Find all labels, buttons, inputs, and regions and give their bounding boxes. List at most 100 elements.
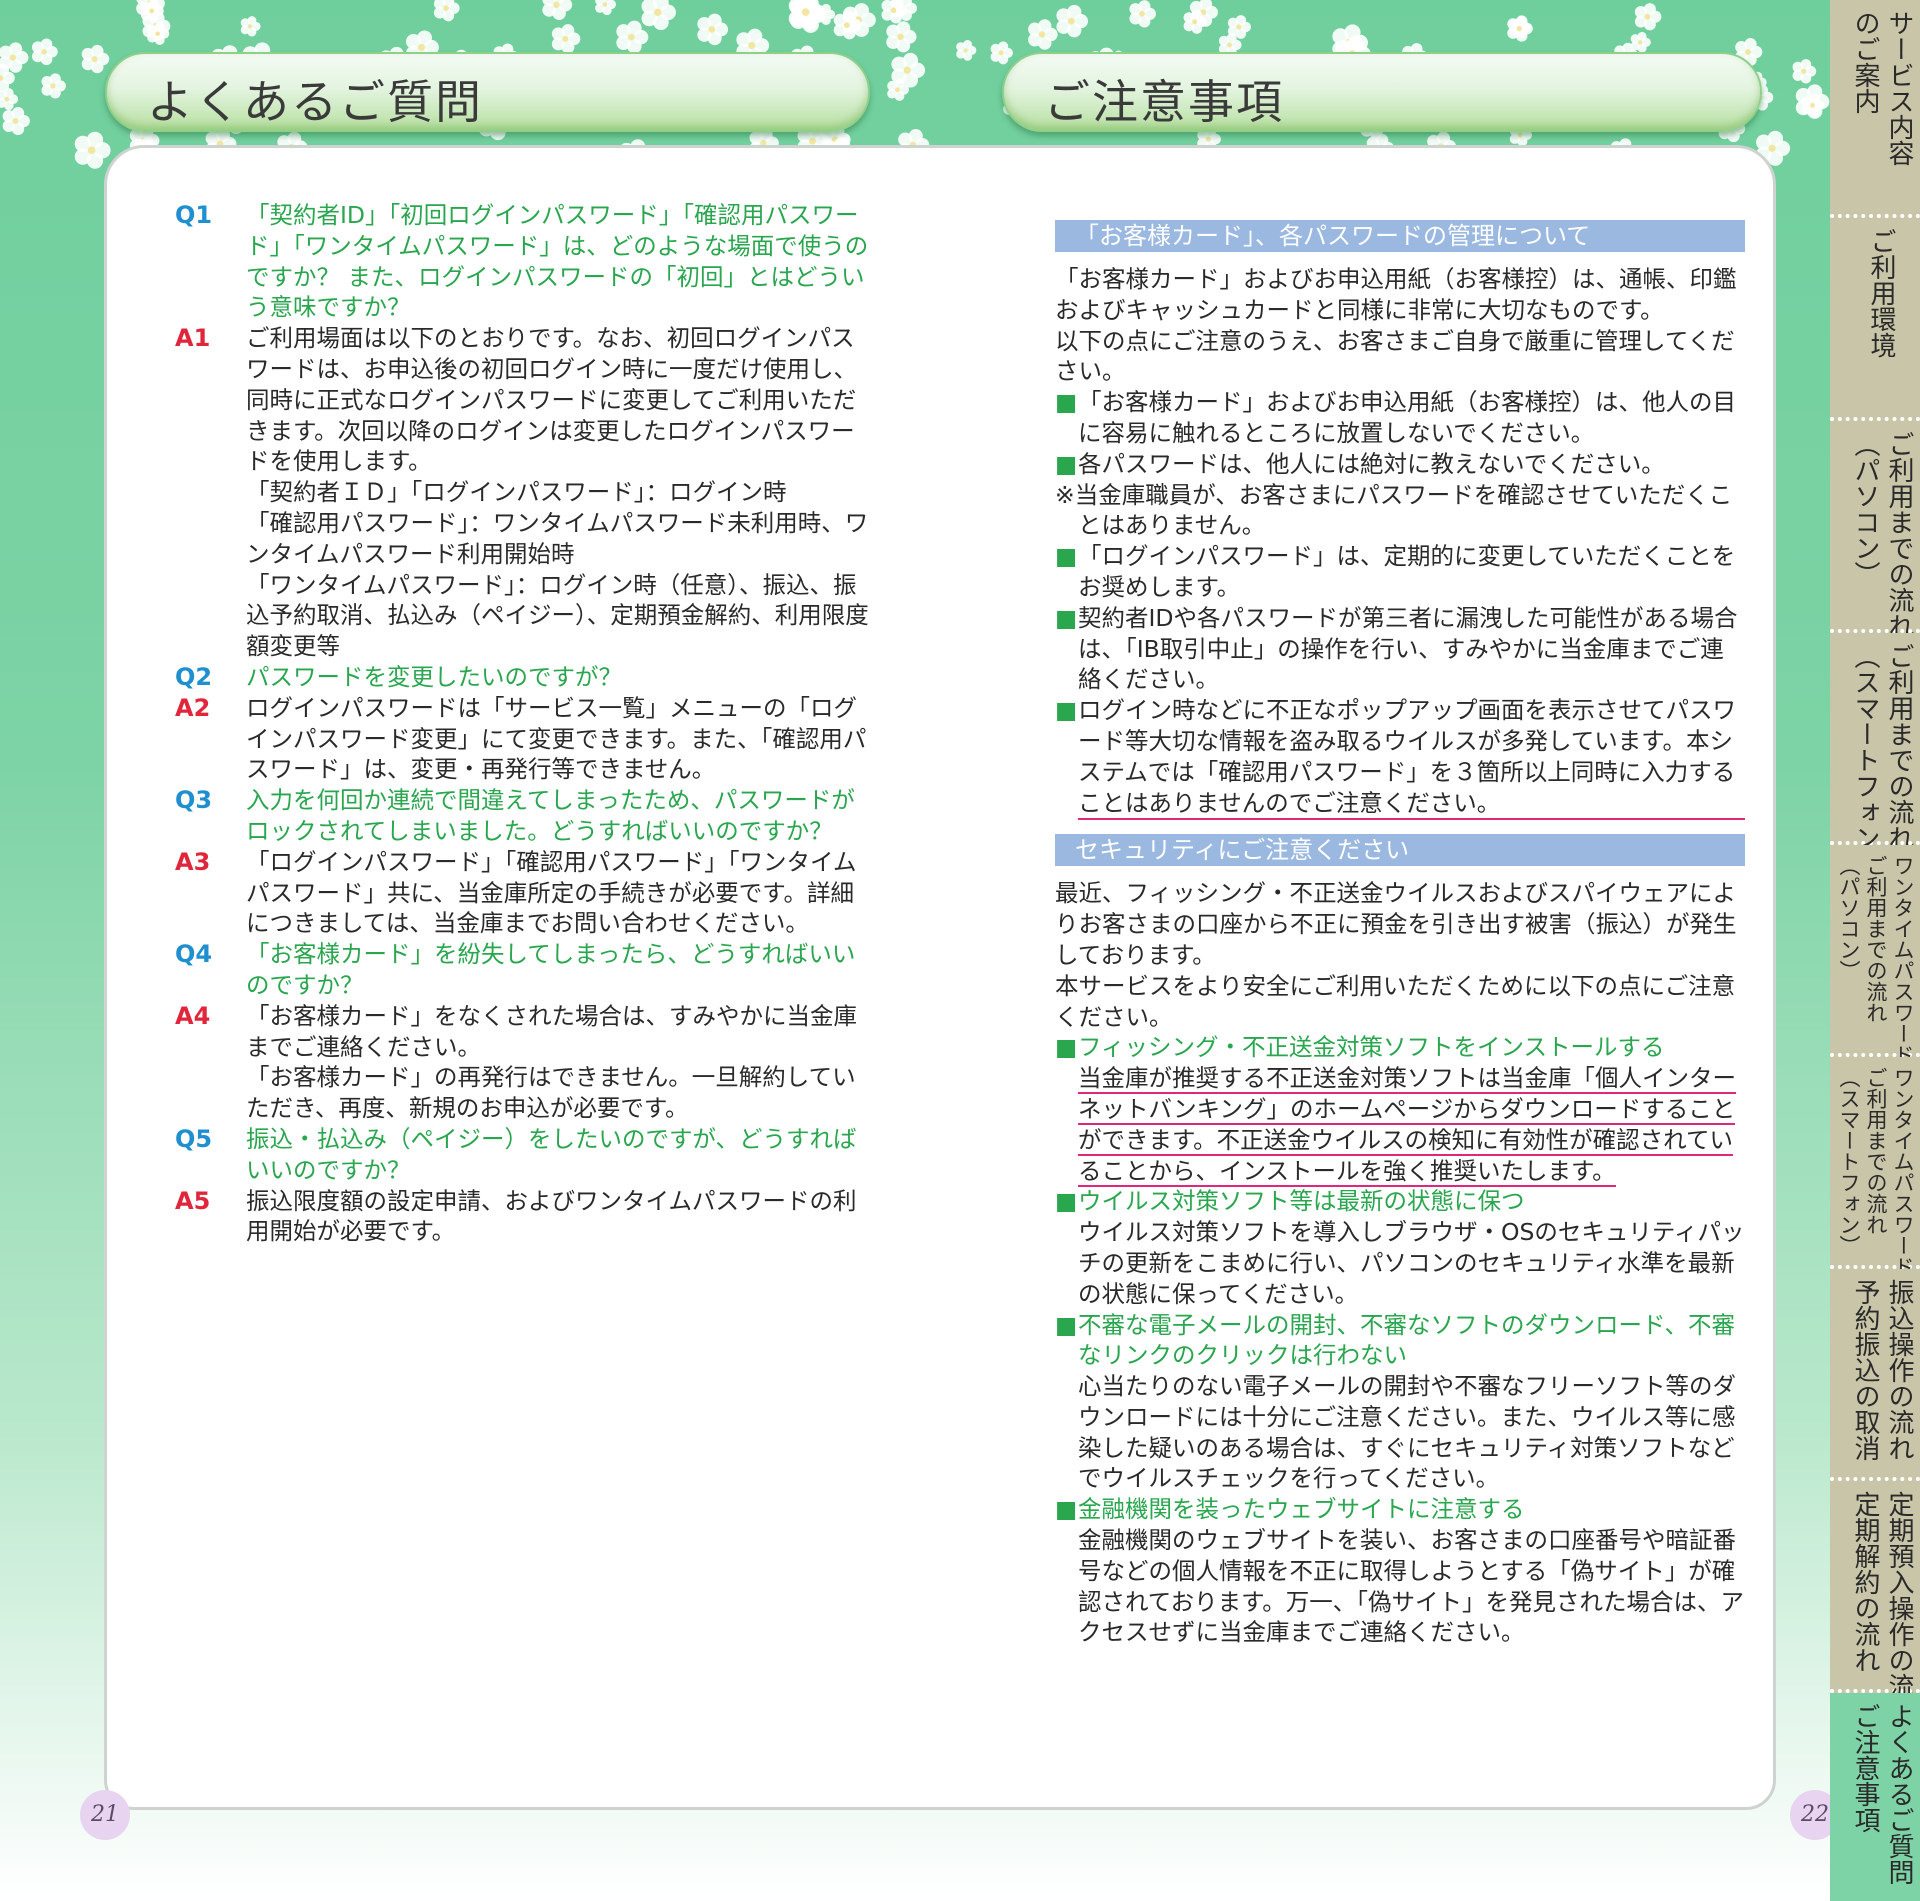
right-title-banner: ご注意事項 <box>1002 52 1762 132</box>
security-item-heading: ■ 不審な電子メールの開封、不審なソフトのダウンロード、不審なリンクのクリックは… <box>1055 1310 1745 1372</box>
left-title-banner: よくあるご質問 <box>105 52 870 132</box>
bullet-item: ■ 各パスワードは、他人には絶対に教えないでください。 <box>1055 449 1745 480</box>
security-heading-text: ウイルス対策ソフト等は最新の状態に保つ <box>1078 1187 1525 1216</box>
q-label: Q3 <box>175 786 213 815</box>
answer-text: ログインパスワードは「サービス一覧」メニューの「ログインパスワード変更」にて変更… <box>246 693 867 784</box>
tab-label: 振込操作の流れ 予約振込の取消 <box>1850 1279 1914 1461</box>
security-body-text: 金融機関のウェブサイトを装い、お客さまの口座番号や暗証番号などの個人情報を不正に… <box>1078 1526 1744 1647</box>
answer-text: 振込限度額の設定申請、およびワンタイムパスワードの利用開始が必要です。 <box>246 1186 857 1246</box>
bullet-square-icon: ■ <box>1055 449 1078 478</box>
flower-icon <box>1507 15 1533 42</box>
answer-text: 「契約者ＩＤ」「ログインパスワード」：ログイン時 <box>246 478 787 507</box>
question-text: 「お客様カード」を紛失してしまったら、どうすればいいのですか？ <box>246 940 856 999</box>
flower-icon <box>697 13 729 46</box>
bullet-square-icon: ■ <box>1055 1495 1078 1524</box>
flower-icon <box>74 131 111 169</box>
page-title-faq: よくあるご質問 <box>147 75 483 129</box>
tab-label: ご利用環境 <box>1866 228 1896 358</box>
flower-icon <box>616 20 649 54</box>
a-label: A1 <box>175 324 211 353</box>
a-label: A5 <box>175 1186 211 1215</box>
flower-icon <box>41 73 66 99</box>
flower-icon <box>433 0 460 22</box>
security-body-text: ウイルス対策ソフトを導入しブラウザ・OSのセキュリティパッチの更新をこまめに行い… <box>1078 1218 1745 1308</box>
tab-time-deposit[interactable]: 定期預入操作の流れ 定期解約の流れ <box>1830 1481 1920 1725</box>
faq-question-5: Q5 振込・払込み（ペイジー）をしたいのですが、どうすればいいのですか？ <box>175 1124 875 1186</box>
faq-answer-3: A3 「ログインパスワード」「確認用パスワード」「ワンタイムパスワード」共に、当… <box>175 847 875 939</box>
tab-transfer[interactable]: 振込操作の流れ 予約振込の取消 <box>1830 1269 1920 1481</box>
paragraph: 「お客様カード」およびお申込用紙（お客様控）は、通帳、印鑑およびキャッシュカード… <box>1055 265 1737 324</box>
bullet-text: 「ログインパスワード」は、定期的に変更していただくことをお奨めします。 <box>1078 542 1736 601</box>
security-item-heading: ■ フィッシング・不正送金対策ソフトをインストールする <box>1055 1032 1745 1063</box>
tab-service-guide[interactable]: サービス内容 のご案内 <box>1830 0 1920 218</box>
tab-flow-smartphone[interactable]: ご利用までの流れ （スマートフォン） <box>1830 633 1920 877</box>
question-text: 「契約者ID」「初回ログインパスワード」「確認用パスワード」「ワンタイムパスワー… <box>246 201 869 322</box>
paragraph: 以下の点にご注意のうえ、お客さまご自身で厳重に管理してください。 <box>1055 326 1735 386</box>
faq-question-1: Q1 「契約者ID」「初回ログインパスワード」「確認用パスワード」「ワンタイムパ… <box>175 200 875 323</box>
tab-flow-pc[interactable]: ご利用までの流れ （パソコン） <box>1830 421 1920 639</box>
question-text: 入力を何回か連続で間違えてしまったため、パスワードがロックされてしまいました。ど… <box>246 786 855 845</box>
a-label: A3 <box>175 847 211 876</box>
security-heading-text: フィッシング・不正送金対策ソフトをインストールする <box>1078 1033 1665 1062</box>
tab-onetime-pc[interactable]: ワンタイムパスワード ご利用までの流れ （パソコン） <box>1830 845 1920 1065</box>
flower-icon <box>31 38 58 66</box>
paragraph: 本サービスをより安全にご利用いただくために以下の点にご注意ください。 <box>1055 971 1736 1031</box>
side-tab-index: サービス内容 のご案内 ご利用環境 ご利用までの流れ （パソコン） ご利用までの… <box>1830 0 1920 1901</box>
security-body-text: 心当たりのない電子メールの開封や不審なフリーソフト等のダウンロードには十分にご注… <box>1078 1372 1736 1493</box>
tab-label: ワンタイムパスワード ご利用までの流れ （スマートフォン） <box>1837 1067 1915 1277</box>
bullet-square-icon: ■ <box>1055 696 1078 725</box>
flower-icon <box>81 44 110 74</box>
security-heading-text: 不審な電子メールの開封、不審なソフトのダウンロード、不審なリンクのクリックは行わ… <box>1078 1310 1736 1370</box>
flower-icon <box>1028 19 1058 50</box>
bullet-item: ■ 「お客様カード」およびお申込用紙（お客様控）は、他人の目に容易に触れるところ… <box>1055 387 1745 449</box>
flower-icon <box>542 0 573 21</box>
faq-section: Q1 「契約者ID」「初回ログインパスワード」「確認用パスワード」「ワンタイムパ… <box>175 200 875 1247</box>
flower-icon <box>1634 3 1662 31</box>
bullet-text: 「お客様カード」およびお申込用紙（お客様控）は、他人の目に容易に触れるところに放… <box>1078 388 1736 447</box>
a-label: A4 <box>175 1001 211 1030</box>
answer-text: 「ワンタイムパスワード」：ログイン時（任意）、振込、振込予約取消、払込み（ペイジ… <box>246 570 869 661</box>
faq-answer-5: A5 振込限度額の設定申請、およびワンタイムパスワードの利用開始が必要です。 <box>175 1186 875 1248</box>
answer-text: 「ログインパスワード」「確認用パスワード」「ワンタイムパスワード」共に、当金庫所… <box>246 847 857 938</box>
security-item-heading: ■ ウイルス対策ソフト等は最新の状態に保つ <box>1055 1186 1745 1217</box>
note-text: ※当金庫職員が、お客さまにパスワードを確認させていただくことはありません。 <box>1055 480 1733 540</box>
flower-icon <box>1227 15 1251 39</box>
faq-question-4: Q4 「お客様カード」を紛失してしまったら、どうすればいいのですか？ <box>175 939 875 1001</box>
tab-label: よくあるご質問 ご注意事項 <box>1850 1703 1914 1885</box>
flower-icon <box>886 21 917 53</box>
bullet-square-icon: ■ <box>1055 603 1078 632</box>
flower-icon <box>595 0 617 16</box>
tab-environment[interactable]: ご利用環境 <box>1830 218 1920 421</box>
page-title-notice: ご注意事項 <box>1044 75 1284 129</box>
flower-icon <box>956 39 977 61</box>
bullet-item: ■ 「ログインパスワード」は、定期的に変更していただくことをお奨めします。 <box>1055 541 1745 603</box>
tab-label: 定期預入操作の流れ 定期解約の流れ <box>1850 1491 1914 1725</box>
flower-icon <box>551 24 581 54</box>
flower-icon <box>1630 31 1651 53</box>
notice-section: 「お客様カード」、各パスワードの管理について 「お客様カード」およびお申込用紙（… <box>1055 220 1745 1648</box>
answer-text: ご利用場面は以下のとおりです。なお、初回ログインパスワードは、お申込後の初回ログ… <box>246 324 857 476</box>
flower-icon <box>1792 59 1817 84</box>
flower-icon <box>641 0 676 31</box>
flower-icon <box>891 52 926 88</box>
faq-question-3: Q3 入力を何回か連続で間違えてしまったため、パスワードがロックされてしまいまし… <box>175 785 875 847</box>
security-item-heading: ■ 金融機関を装ったウェブサイトに注意する <box>1055 1494 1745 1525</box>
faq-answer-4: A4 「お客様カード」をなくされた場合は、すみやかに当金庫までご連絡ください。 … <box>175 1001 875 1124</box>
bullet-text: 各パスワードは、他人には絶対に教えないでください。 <box>1078 449 1665 478</box>
flower-icon <box>788 0 825 31</box>
flower-icon <box>1056 4 1089 38</box>
bullet-item-warning: ■ ログイン時などに不正なポップアップ画面を表示させてパスワード等大切な情報を盗… <box>1055 695 1745 821</box>
q-label: Q5 <box>175 1124 213 1153</box>
underlined-recommendation-text: 当金庫が推奨する不正送金対策ソフトは当金庫「個人インターネットバンキング」のホー… <box>1078 1064 1736 1187</box>
tab-onetime-smartphone[interactable]: ワンタイムパスワード ご利用までの流れ （スマートフォン） <box>1830 1057 1920 1277</box>
flower-icon <box>990 41 1013 65</box>
bullet-square-icon: ■ <box>1055 1310 1078 1339</box>
tab-label: ご利用までの流れ （スマートフォン） <box>1850 643 1914 877</box>
tab-faq-notice[interactable]: よくあるご質問 ご注意事項 <box>1830 1693 1920 1901</box>
bullet-item: ■ 契約者IDや各パスワードが第三者に漏洩した可能性がある場合は、「IB取引中止… <box>1055 603 1745 695</box>
bullet-square-icon: ■ <box>1055 1033 1078 1062</box>
paragraph: 最近、フィッシング・不正送金ウイルスおよびスパイウェアによりお客さまの口座から不… <box>1055 879 1737 969</box>
q-label: Q1 <box>175 201 213 229</box>
bullet-square-icon: ■ <box>1055 1187 1078 1216</box>
tab-label: ご利用までの流れ （パソコン） <box>1850 431 1914 639</box>
